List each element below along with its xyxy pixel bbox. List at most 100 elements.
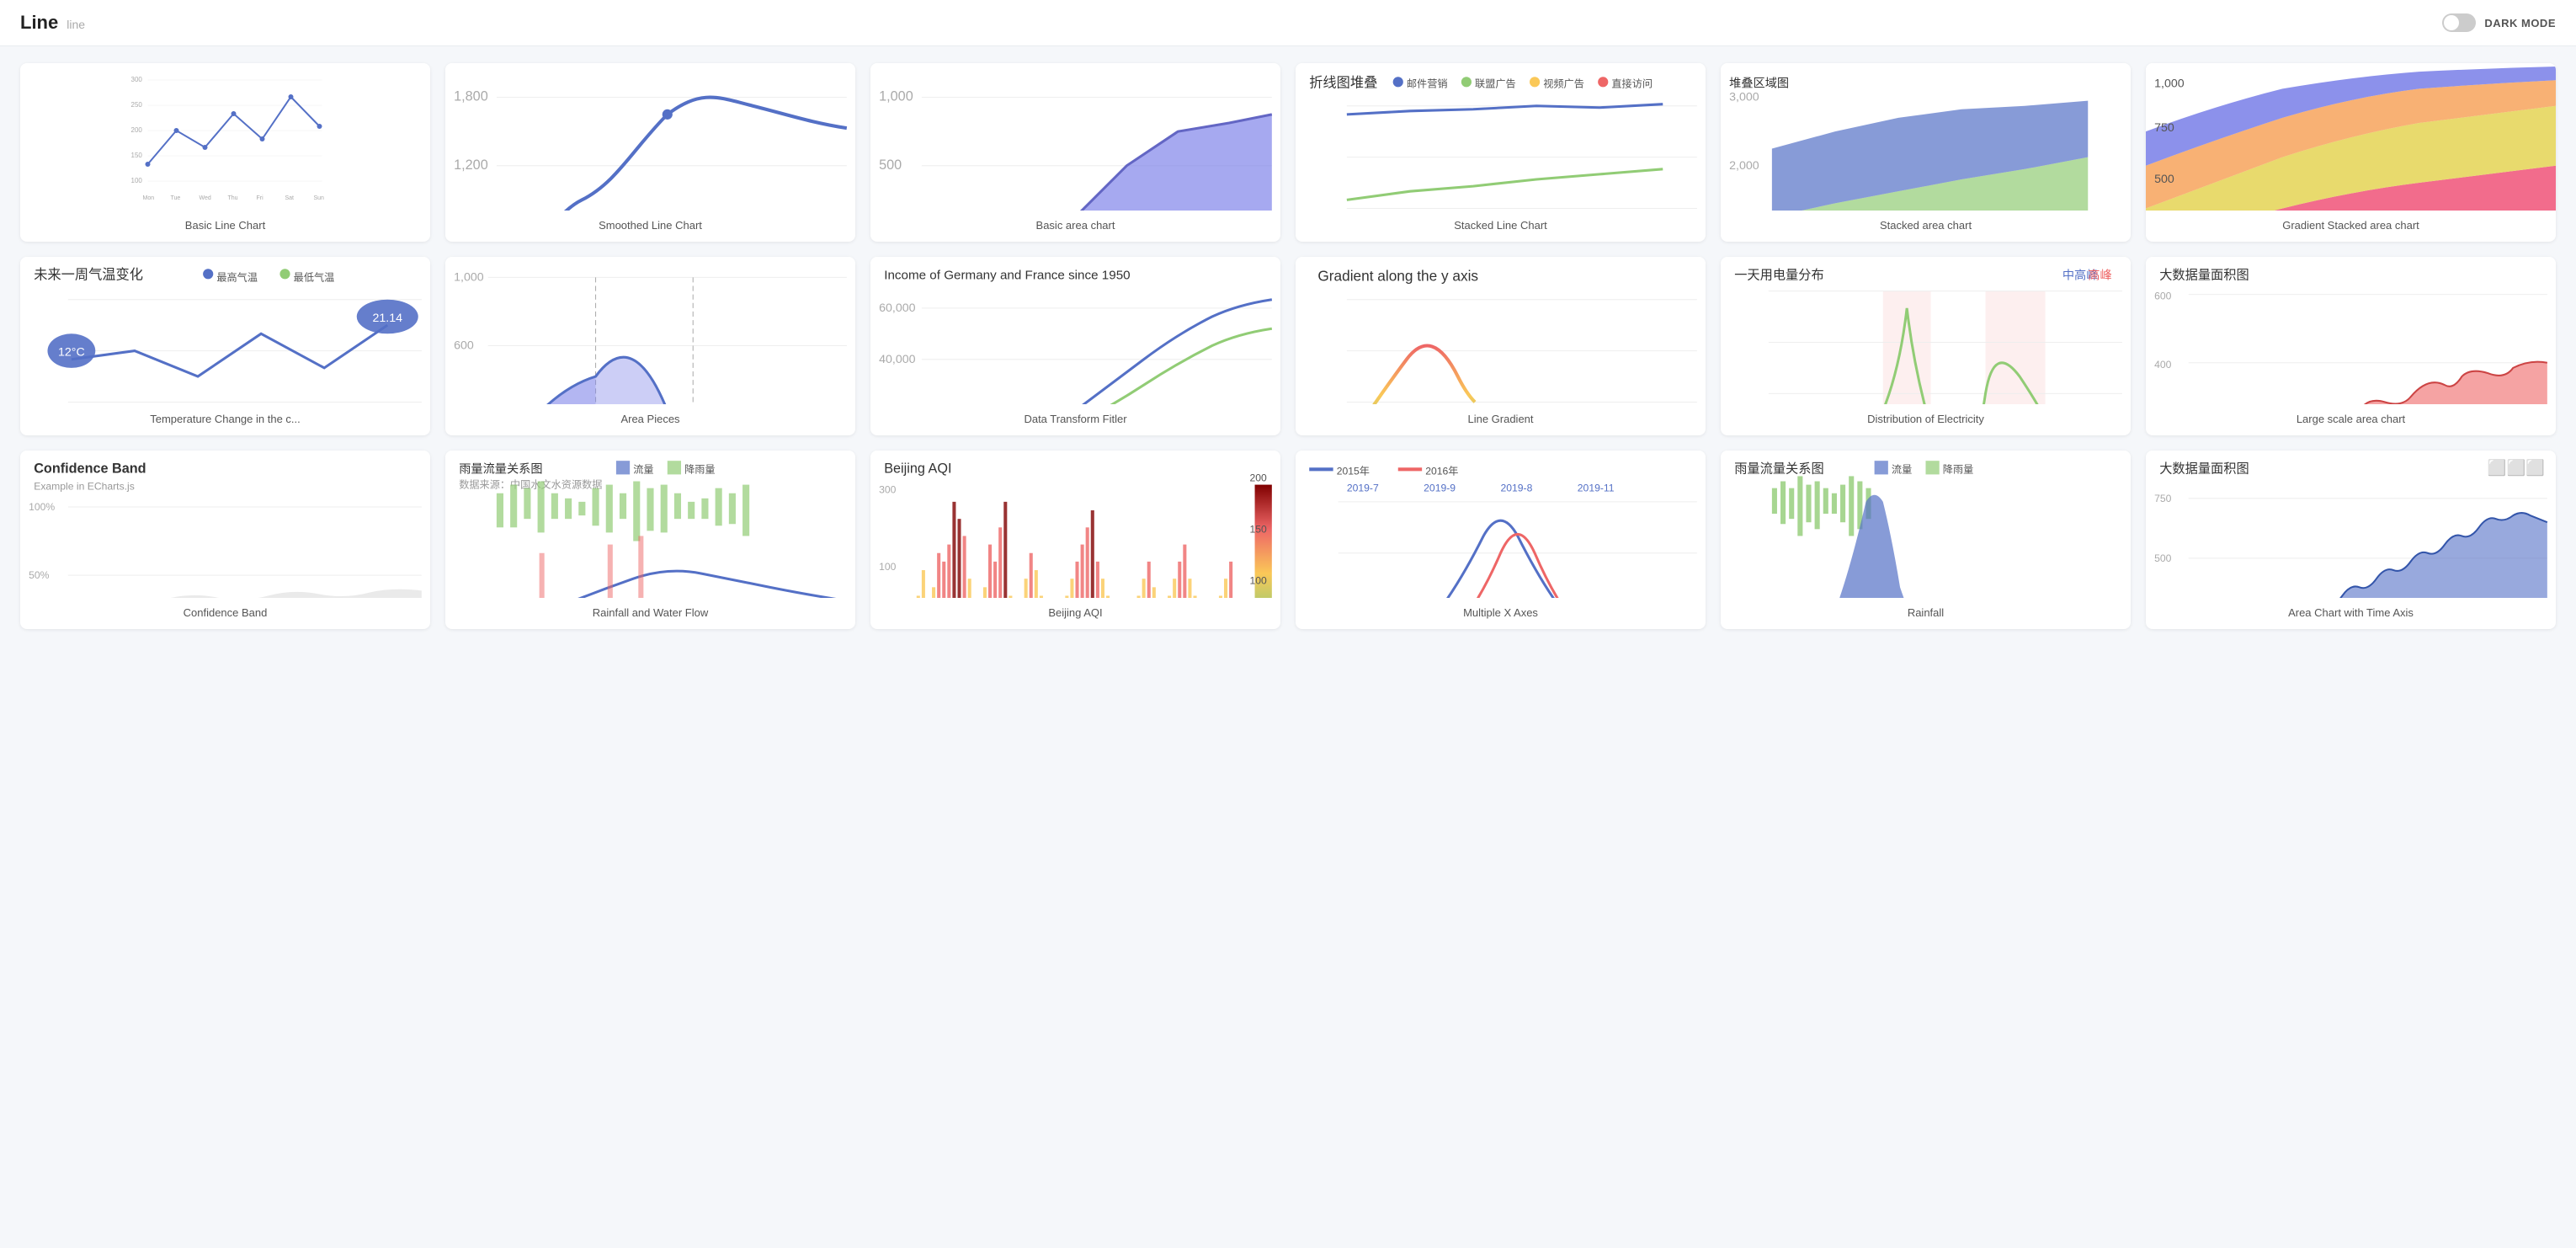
card-area-pieces[interactable]: 1,000 600 200 2019-10-10 2019-10-12 [445, 257, 855, 435]
svg-text:300: 300 [131, 76, 143, 83]
svg-text:3,000: 3,000 [1729, 91, 1759, 104]
svg-text:60,000: 60,000 [879, 301, 916, 315]
card-label-area-time: Area Chart with Time Axis [2146, 598, 2556, 629]
chart-stacked-line: 折线图堆叠 邮件营销 联盟广告 视频广告 直接访问 [1296, 63, 1706, 211]
svg-text:100: 100 [1249, 574, 1267, 586]
svg-text:Example in ECharts.js: Example in ECharts.js [34, 481, 135, 493]
svg-text:雨量流量关系图: 雨量流量关系图 [1734, 461, 1823, 476]
svg-text:300: 300 [879, 484, 897, 496]
svg-text:100: 100 [131, 177, 143, 184]
chart-grid: 300 250 200 150 100 [0, 46, 2576, 646]
svg-text:Income of Germany and France s: Income of Germany and France since 1950 [884, 268, 1130, 282]
card-label-smoothed-line: Smoothed Line Chart [445, 211, 855, 242]
card-beijing-aqi[interactable]: Beijing AQI 200 150 100 50 [870, 451, 1280, 629]
svg-text:12°C: 12°C [58, 346, 85, 360]
svg-text:堆叠区域图: 堆叠区域图 [1729, 77, 1789, 90]
svg-text:400: 400 [2154, 359, 2172, 371]
svg-text:250: 250 [131, 101, 143, 109]
svg-text:500: 500 [2154, 173, 2174, 186]
card-smoothed-line[interactable]: 1,800 1,200 600 0 Mon Tue Wed Thu Fri Sa… [445, 63, 855, 242]
svg-text:200: 200 [131, 126, 143, 134]
card-label-basic-area: Basic area chart [870, 211, 1280, 242]
card-large-scale[interactable]: 大数据量面积图 600 400 200 0 1000/10A 1000/11A … [2146, 257, 2556, 435]
chart-area-pieces: 1,000 600 200 2019-10-10 2019-10-12 [445, 257, 855, 404]
svg-text:2015年: 2015年 [1337, 465, 1370, 477]
svg-text:Sat: Sat [285, 195, 295, 201]
chart-gradient-stacked: 1,000 750 500 250 [2146, 63, 2556, 211]
card-label-rainfall-flow: Rainfall and Water Flow [445, 598, 855, 629]
svg-text:500: 500 [879, 157, 902, 173]
svg-text:Beijing AQI: Beijing AQI [884, 461, 951, 476]
chart-line-gradient: Gradient along the y axis Gradient along… [1296, 257, 1706, 404]
card-basic-line[interactable]: 300 250 200 150 100 [20, 63, 430, 242]
page-header: Line line DARK MODE [0, 0, 2576, 46]
card-multiple-x[interactable]: 2015年 2016年 2019-7 2019-9 2019-8 2019-11… [1296, 451, 1706, 629]
svg-text:⬜⬜⬜: ⬜⬜⬜ [2488, 458, 2545, 476]
chart-large-scale: 大数据量面积图 600 400 200 0 1000/10A 1000/11A … [2146, 257, 2556, 404]
svg-text:视频广告: 视频广告 [1543, 77, 1584, 89]
card-area-time[interactable]: 大数据量面积图 ⬜⬜⬜ 750 500 250 0 3/20/1A 3/21/1… [2146, 451, 2556, 629]
card-basic-area[interactable]: 1,000 500 0 Mon Tue Wed Thu Fri Sat Sun [870, 63, 1280, 242]
card-label-basic-line: Basic Line Chart [20, 211, 430, 242]
card-label-electricity: Distribution of Electricity [1721, 404, 2131, 435]
card-line-gradient[interactable]: Gradient along the y axis Gradient along… [1296, 257, 1706, 435]
svg-text:1,200: 1,200 [454, 157, 488, 173]
card-label-confidence-band: Confidence Band [20, 598, 430, 629]
svg-text:750: 750 [2154, 121, 2174, 135]
card-label-multiple-x: Multiple X Axes [1296, 598, 1706, 629]
svg-text:150: 150 [1249, 523, 1267, 535]
svg-text:2,000: 2,000 [1729, 159, 1759, 173]
svg-text:Wed: Wed [200, 195, 211, 201]
card-rainfall[interactable]: 雨量流量关系图 流量 降雨量 知乎 [1721, 451, 2131, 629]
card-stacked-area[interactable]: 堆叠区域图 3,000 2,000 1,000 0 周一 周二 周三 周四 周五… [1721, 63, 2131, 242]
chart-basic-area: 1,000 500 0 Mon Tue Wed Thu Fri Sat Sun [870, 63, 1280, 211]
svg-text:200: 200 [1249, 472, 1267, 484]
svg-text:Confidence Band: Confidence Band [34, 461, 146, 476]
chart-electricity: 一天用电量分布 中高峰 高峰 0:30 7:40 9:00 13:05 [1721, 257, 2131, 404]
svg-text:2019-11: 2019-11 [1578, 483, 1615, 494]
card-electricity[interactable]: 一天用电量分布 中高峰 高峰 0:30 7:40 9:00 13:05 [1721, 257, 2131, 435]
card-rainfall-flow[interactable]: 雨量流量关系图 流量 降雨量 数据来源：中国水文水资源数据 [445, 451, 855, 629]
card-label-large-scale: Large scale area chart [2146, 404, 2556, 435]
card-label-line-gradient: Line Gradient [1296, 404, 1706, 435]
card-temperature[interactable]: 未来一周气温变化 最高气温 最低气温 12°C 21.14 [20, 257, 430, 435]
svg-text:1,000: 1,000 [2154, 77, 2185, 90]
header-left: Line line [20, 12, 85, 34]
chart-smoothed-line: 1,800 1,200 600 0 Mon Tue Wed Thu Fri Sa… [445, 63, 855, 211]
svg-text:1,000: 1,000 [879, 89, 913, 104]
svg-text:500: 500 [2154, 552, 2172, 564]
card-stacked-line[interactable]: 折线图堆叠 邮件营销 联盟广告 视频广告 直接访问 [1296, 63, 1706, 242]
dark-mode-label: DARK MODE [2484, 17, 2556, 29]
card-data-transform[interactable]: Income of Germany and France since 1950 … [870, 257, 1280, 435]
svg-text:Thu: Thu [228, 195, 238, 201]
svg-text:最高气温: 最高气温 [216, 270, 258, 283]
card-label-rainfall: Rainfall [1721, 598, 2131, 629]
header-right: DARK MODE [2442, 13, 2556, 32]
card-confidence-band[interactable]: Confidence Band Example in ECharts.js 10… [20, 451, 430, 629]
card-label-area-pieces: Area Pieces [445, 404, 855, 435]
dark-mode-toggle[interactable] [2442, 13, 2476, 32]
chart-confidence-band: Confidence Band Example in ECharts.js 10… [20, 451, 430, 598]
chart-stacked-area: 堆叠区域图 3,000 2,000 1,000 0 周一 周二 周三 周四 周五… [1721, 63, 2131, 211]
svg-text:21.14: 21.14 [372, 312, 402, 325]
card-gradient-stacked[interactable]: 1,000 750 500 250 Gradient Stacked area … [2146, 63, 2556, 242]
card-label-temperature: Temperature Change in the c... [20, 404, 430, 435]
svg-text:流量: 流量 [633, 463, 653, 475]
svg-text:Tue: Tue [171, 195, 181, 201]
svg-text:直接访问: 直接访问 [1611, 77, 1653, 89]
chart-area-time: 大数据量面积图 ⬜⬜⬜ 750 500 250 0 3/20/1A 3/21/1… [2146, 451, 2556, 598]
chart-rainfall: 雨量流量关系图 流量 降雨量 知乎 [1721, 451, 2131, 598]
card-label-data-transform: Data Transform Fitler [870, 404, 1280, 435]
svg-text:邮件营销: 邮件营销 [1407, 77, 1448, 89]
svg-text:600: 600 [2154, 291, 2172, 302]
svg-text:降雨量: 降雨量 [684, 463, 715, 475]
svg-text:大数据量面积图: 大数据量面积图 [2159, 268, 2249, 282]
card-label-stacked-area: Stacked area chart [1721, 211, 2131, 242]
svg-text:降雨量: 降雨量 [1943, 463, 1973, 475]
svg-text:Fri: Fri [257, 195, 264, 201]
page-subtitle: line [67, 18, 85, 31]
chart-multiple-x: 2015年 2016年 2019-7 2019-9 2019-8 2019-11… [1296, 451, 1706, 598]
svg-text:600: 600 [454, 339, 474, 353]
svg-text:100%: 100% [29, 501, 55, 513]
svg-text:1,000: 1,000 [454, 270, 484, 284]
